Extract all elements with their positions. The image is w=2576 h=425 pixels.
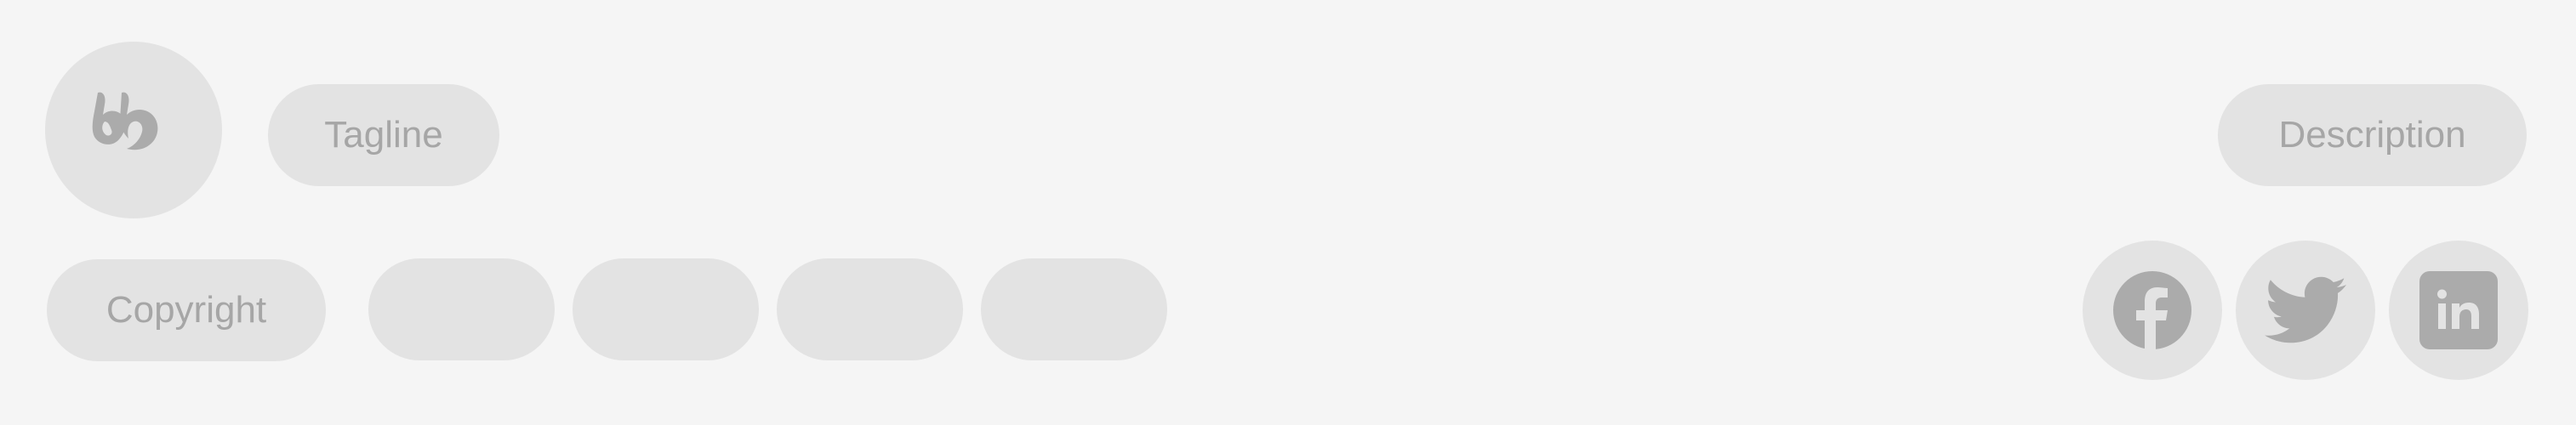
tagline: Tagline: [268, 84, 499, 186]
twitter-icon: [2265, 276, 2346, 343]
facebook-icon: [2113, 271, 2191, 349]
linkedin-icon: [2419, 271, 2498, 349]
description: Description: [2218, 84, 2527, 186]
footer-link-3[interactable]: [777, 258, 963, 360]
logo[interactable]: [45, 42, 222, 218]
copyright: Copyright: [47, 259, 326, 361]
footer-link-1[interactable]: [368, 258, 555, 360]
footer-link-4[interactable]: [981, 258, 1167, 360]
twitter-button[interactable]: [2236, 241, 2375, 380]
linkedin-button[interactable]: [2389, 241, 2528, 380]
footer-link-2[interactable]: [573, 258, 759, 360]
brand-logo-icon: [92, 92, 158, 150]
facebook-button[interactable]: [2083, 241, 2222, 380]
